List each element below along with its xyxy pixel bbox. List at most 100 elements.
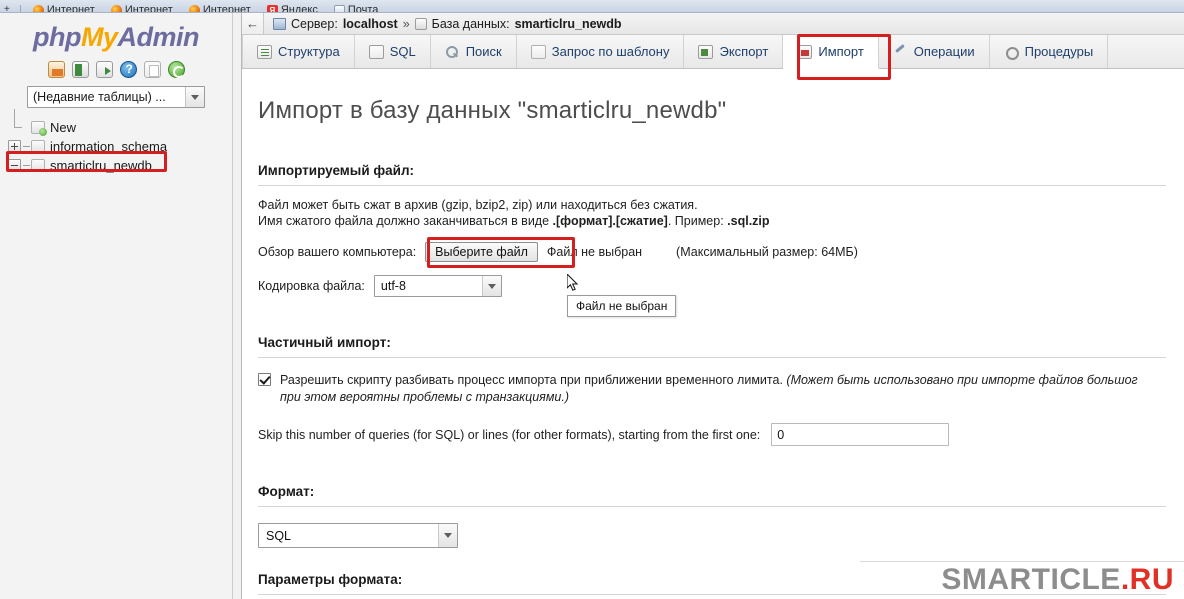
taskbar-item-yandex[interactable]: Я Яндекс xyxy=(267,4,318,13)
desc-text-c: . Пример: xyxy=(668,214,727,228)
breadcrumb-db-value[interactable]: smarticlru_newdb xyxy=(515,17,622,31)
firefox-icon xyxy=(111,5,122,14)
tab-label: Структура xyxy=(278,44,340,59)
back-button[interactable]: ← xyxy=(242,13,264,34)
routines-icon xyxy=(1004,45,1019,59)
tab-export[interactable]: Экспорт xyxy=(684,35,783,68)
operations-icon xyxy=(893,45,908,59)
watermark-text: SMARTICLE xyxy=(941,563,1121,596)
taskbar-item-mail[interactable]: Почта xyxy=(334,4,379,13)
docs-icon[interactable] xyxy=(144,61,161,78)
server-icon xyxy=(273,18,286,30)
allow-interrupt-text-italic-2: при этом вероятны проблемы с транзакциям… xyxy=(280,389,1138,406)
logo-part-my: My xyxy=(81,22,118,52)
taskbar-item-label: Интернет xyxy=(203,4,251,13)
structure-icon xyxy=(257,45,272,59)
screen-root: + Интернет Интернет Интернет Я Яндекс По… xyxy=(0,0,1184,599)
new-database-icon xyxy=(31,121,45,134)
collapse-toggle-icon[interactable] xyxy=(8,159,21,172)
reload-icon[interactable] xyxy=(168,61,185,78)
taskbar-item-label: Интернет xyxy=(47,4,95,13)
browser-taskbar-items: + Интернет Интернет Интернет Я Яндекс По… xyxy=(0,0,1184,13)
taskbar-item-internet-1[interactable]: Интернет xyxy=(33,4,95,13)
import-page: Импорт в базу данных "smarticlru_newdb" … xyxy=(242,97,1184,595)
allow-interrupt-checkbox[interactable] xyxy=(258,373,271,386)
main-content: ← Сервер: localhost » База данных: smart… xyxy=(242,13,1184,599)
section-legend-partial: Частичный импорт: xyxy=(258,335,1166,358)
format-select[interactable]: SQL xyxy=(258,523,458,548)
desc-format-token: .[формат].[сжатие] xyxy=(553,214,668,228)
desc-example-token: .sql.zip xyxy=(727,214,769,228)
mail-icon xyxy=(334,5,345,14)
encoding-select[interactable]: utf-8 xyxy=(374,275,502,297)
tab-query-by-example[interactable]: Запрос по шаблону xyxy=(517,35,685,68)
tab-label: Операции xyxy=(914,44,975,59)
tree-item-new[interactable]: New xyxy=(8,118,232,137)
browse-label: Обзор вашего компьютера: xyxy=(258,245,416,259)
logo-part-php: php xyxy=(33,22,81,52)
yandex-icon: Я xyxy=(267,5,278,14)
tab-structure[interactable]: Структура xyxy=(242,35,355,68)
breadcrumb-text: Сервер: localhost » База данных: smartic… xyxy=(264,17,622,31)
firefox-icon xyxy=(33,5,44,14)
recent-tables-select[interactable]: (Недавние таблицы) ... xyxy=(27,86,205,108)
tab-routines[interactable]: Процедуры xyxy=(990,35,1109,68)
database-icon xyxy=(415,18,427,30)
breadcrumb-db-label: База данных: xyxy=(432,17,510,31)
sql-query-icon[interactable] xyxy=(96,61,113,78)
help-icon[interactable] xyxy=(120,61,137,78)
taskbar-item-internet-2[interactable]: Интернет xyxy=(111,4,173,13)
firefox-icon xyxy=(189,5,200,14)
tab-label: Импорт xyxy=(818,44,863,59)
taskbar-item-label: Почта xyxy=(348,4,379,13)
tree-line xyxy=(23,165,30,166)
watermark-divider xyxy=(860,561,1184,562)
file-description-line2: Имя сжатого файла должно заканчиваться в… xyxy=(258,213,1166,229)
sidebar-icon-row xyxy=(0,61,232,78)
allow-interrupt-row[interactable]: Разрешить скрипту разбивать процесс импо… xyxy=(258,372,1166,406)
database-icon xyxy=(31,159,45,172)
file-description-line1: Файл может быть сжат в архив (gzip, bzip… xyxy=(258,197,1166,213)
format-select-wrap: SQL xyxy=(258,523,458,548)
logout-icon[interactable] xyxy=(72,61,89,78)
tree-item-label: information_schema xyxy=(50,139,167,154)
sidebar-scrollbar-gutter[interactable] xyxy=(233,13,242,599)
expand-toggle-icon[interactable] xyxy=(8,140,21,153)
file-tooltip: Файл не выбран xyxy=(567,295,676,317)
skip-queries-label: Skip this number of queries (for SQL) or… xyxy=(258,428,760,442)
breadcrumb-server-label: Сервер: xyxy=(291,17,338,31)
no-file-selected-text: Файл не выбран xyxy=(547,245,642,259)
sql-icon xyxy=(369,45,384,59)
breadcrumb-separator: » xyxy=(403,17,410,31)
breadcrumb: ← Сервер: localhost » База данных: smart… xyxy=(242,13,1184,35)
home-icon[interactable] xyxy=(48,61,65,78)
taskbar-plus-icon[interactable]: + xyxy=(4,4,10,13)
skip-queries-input[interactable] xyxy=(771,423,949,446)
tab-operations[interactable]: Операции xyxy=(879,35,990,68)
tab-import[interactable]: Импорт xyxy=(783,35,878,69)
search-icon xyxy=(445,45,460,59)
mouse-cursor-icon xyxy=(567,274,579,292)
tab-search[interactable]: Поиск xyxy=(431,35,517,68)
database-tree: New information_schema smarticlru_newdb xyxy=(0,118,232,175)
encoding-label: Кодировка файла: xyxy=(258,279,365,293)
export-icon xyxy=(698,45,713,59)
tab-bar: Структура SQL Поиск Запрос по шаблону Эк… xyxy=(242,35,1184,69)
tree-item-smarticlru_newdb[interactable]: smarticlru_newdb xyxy=(8,156,232,175)
navigation-sidebar: phpMyAdmin (Недавние таблицы) ... New xyxy=(0,13,233,599)
tree-line xyxy=(14,109,15,127)
breadcrumb-server-value[interactable]: localhost xyxy=(343,17,398,31)
skip-queries-row: Skip this number of queries (for SQL) or… xyxy=(258,423,1166,446)
tab-sql[interactable]: SQL xyxy=(355,35,431,68)
allow-interrupt-text-italic: (Может быть использовано при импорте фай… xyxy=(786,373,1137,387)
phpmyadmin-logo[interactable]: phpMyAdmin xyxy=(0,13,232,53)
site-watermark: SMARTICLE.RU xyxy=(941,563,1174,597)
tab-label: Экспорт xyxy=(719,44,768,59)
choose-file-button[interactable]: Выберите файл xyxy=(425,242,538,262)
allow-interrupt-text: Разрешить скрипту разбивать процесс импо… xyxy=(280,372,1138,406)
watermark-suffix: .RU xyxy=(1121,563,1174,596)
taskbar-item-label: Яндекс xyxy=(281,4,318,13)
taskbar-item-internet-3[interactable]: Интернет xyxy=(189,4,251,13)
tree-item-information_schema[interactable]: information_schema xyxy=(8,137,232,156)
desc-text-a: Имя сжатого файла должно заканчиваться в… xyxy=(258,214,553,228)
